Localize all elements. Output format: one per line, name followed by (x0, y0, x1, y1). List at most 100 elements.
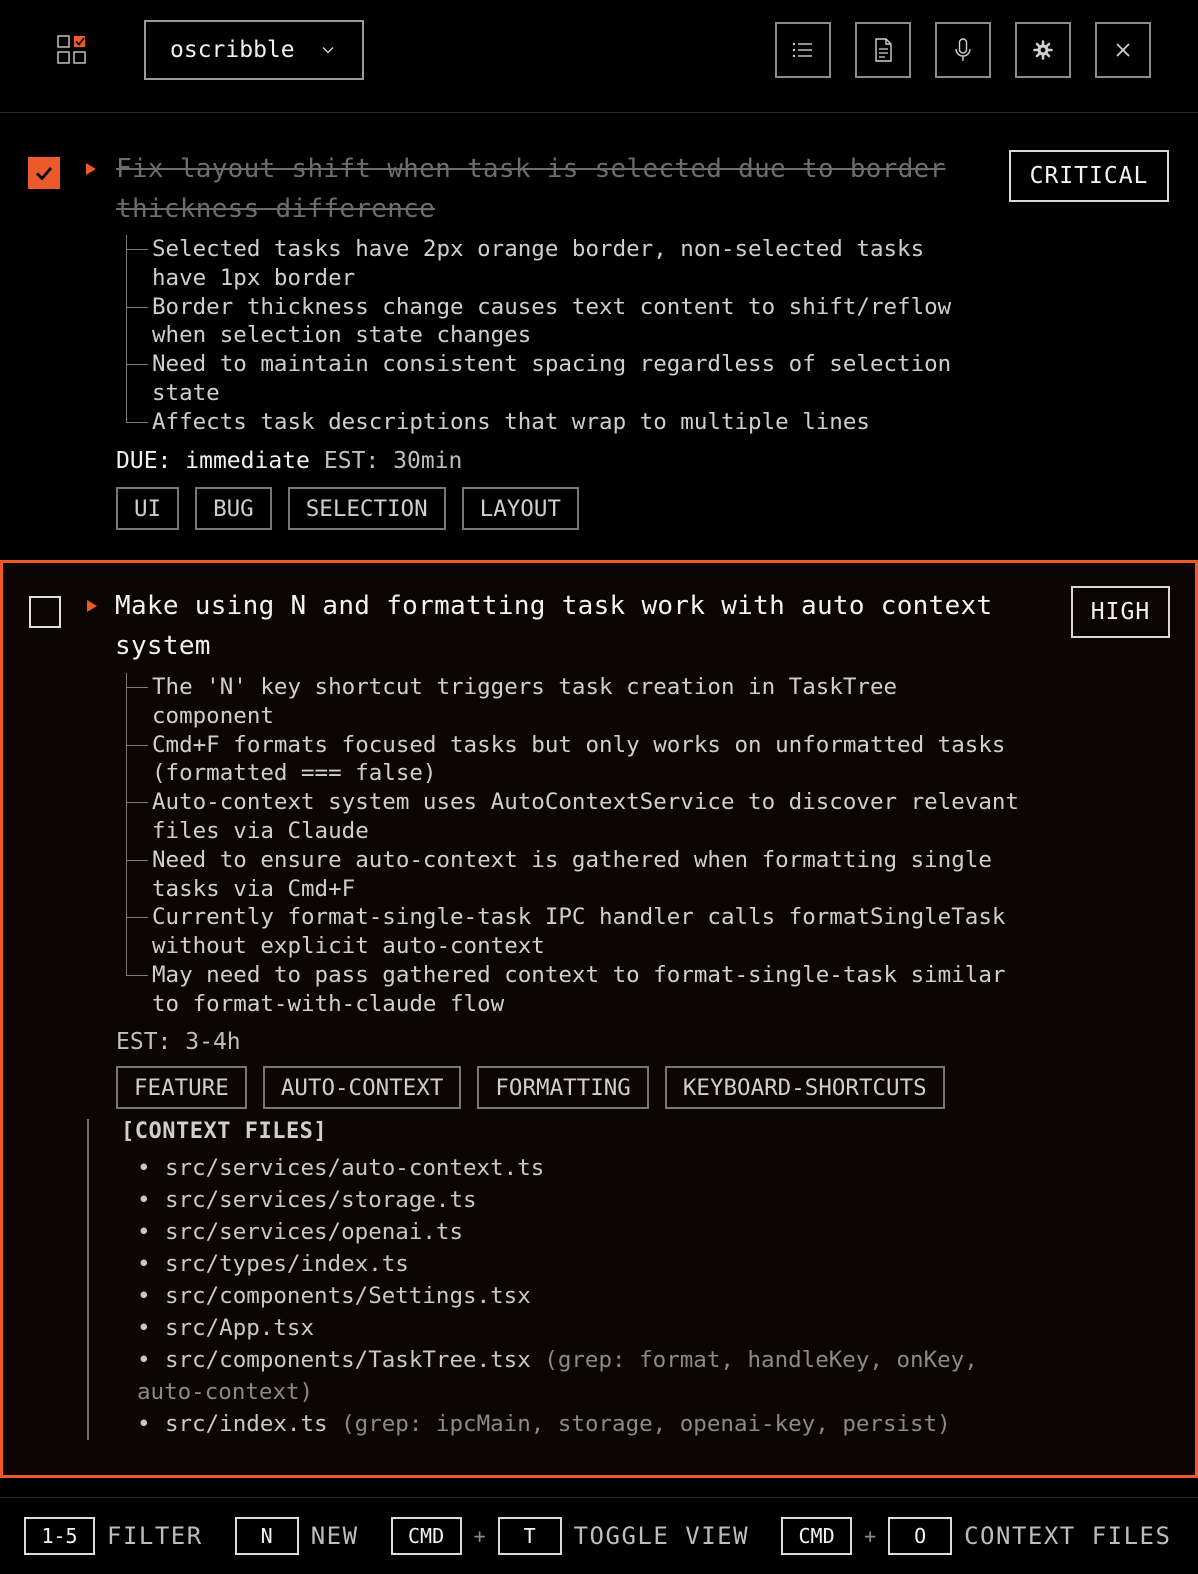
context-file-path: src/index.ts (165, 1411, 328, 1437)
context-file-grep: (grep: ipcMain, storage, openai-key, per… (341, 1411, 951, 1437)
note-line: Need to ensure auto-context is gathered … (152, 846, 992, 873)
tag[interactable]: FEATURE (116, 1066, 247, 1109)
tag[interactable]: LAYOUT (461, 487, 579, 530)
context-file-item[interactable]: • src/services/auto-context.ts (137, 1152, 1087, 1184)
context-file-item[interactable]: • src/services/storage.ts (137, 1184, 1087, 1216)
task-notes: The 'N' key shortcut triggers task creat… (116, 673, 1076, 1019)
tag[interactable]: KEYBOARD-SHORTCUTS (664, 1066, 945, 1109)
shortcut-bar: 1-5 FILTER N NEW CMD + T TOGGLE VIEW CMD… (0, 1497, 1198, 1574)
note-line: Need to maintain consistent spacing rega… (152, 351, 952, 378)
settings-button[interactable] (1015, 22, 1071, 78)
note-line: Currently format-single-task IPC handler… (152, 904, 1006, 931)
est-label: EST: (116, 1029, 172, 1055)
task-note: Border thickness change causes text cont… (116, 292, 996, 351)
est-value: 30min (393, 448, 463, 474)
context-file-path: src/components/TaskTree.tsx (165, 1347, 531, 1373)
note-line: state (152, 379, 220, 406)
note-line: Border thickness change causes text cont… (152, 293, 952, 320)
note-line: (formatted === false) (152, 760, 437, 787)
project-select[interactable]: oscribble (144, 20, 364, 80)
task-item-selected[interactable]: Make using N and formatting task work wi… (0, 560, 1198, 1478)
context-file-path: src/services/storage.ts (165, 1187, 477, 1213)
context-file-item[interactable]: • src/index.ts (grep: ipcMain, storage, o… (137, 1408, 1087, 1440)
task-tags: FEATURE AUTO-CONTEXT FORMATTING KEYBOARD… (116, 1066, 945, 1109)
list-view-button[interactable] (775, 22, 831, 78)
context-file-path: src/services/openai.ts (165, 1219, 464, 1245)
note-line: to format-with-claude flow (152, 990, 505, 1017)
close-icon (1116, 43, 1130, 57)
task-title-line: system (115, 631, 211, 661)
context-file-path: src/components/Settings.tsx (165, 1283, 531, 1309)
note-line: Auto-context system uses AutoContextServ… (152, 789, 1019, 816)
context-files-list: • src/services/auto-context.ts • src/servi… (121, 1152, 1087, 1440)
context-file-item[interactable]: • src/types/index.ts (137, 1248, 1087, 1280)
task-note: Currently format-single-task IPC handler… (116, 903, 1076, 961)
task-note: Affects task descriptions that wrap to m… (116, 407, 996, 437)
document-button[interactable] (855, 22, 911, 78)
task-note: Need to ensure auto-context is gathered … (116, 845, 1076, 904)
chevron-down-icon (322, 47, 334, 54)
task-item[interactable]: Fix layout shift when task is selected d… (0, 113, 1198, 558)
context-file-grep: auto-context) (137, 1379, 314, 1405)
task-note: May need to pass gathered context to for… (116, 960, 1076, 1019)
shortcut-label: TOGGLE VIEW (573, 1522, 750, 1550)
tag[interactable]: BUG (195, 487, 272, 530)
note-line: when selection state changes (152, 322, 532, 349)
context-file-item[interactable]: • src/components/TaskTree.tsx (grep: form… (137, 1344, 1087, 1376)
project-select-value: oscribble (170, 37, 295, 63)
task-meta: DUE: immediate EST: 30min (116, 448, 462, 474)
note-line: Cmd+F formats focused tasks but only wor… (152, 731, 1006, 758)
expand-caret-icon[interactable] (87, 600, 97, 612)
app-logo-icon[interactable] (57, 35, 87, 65)
task-title-line: thickness difference (116, 194, 436, 224)
task-checkbox[interactable] (28, 157, 60, 189)
shortcut-key: CMD (781, 1517, 853, 1555)
voice-input-button[interactable] (935, 22, 991, 78)
priority-badge[interactable]: CRITICAL (1009, 150, 1169, 202)
note-line: Affects task descriptions that wrap to m… (152, 408, 870, 435)
note-line: May need to pass gathered context to for… (152, 961, 1006, 988)
shortcut-label: FILTER (107, 1522, 203, 1550)
tag[interactable]: FORMATTING (477, 1066, 649, 1109)
shortcut-key: O (888, 1517, 953, 1555)
tag[interactable]: UI (116, 487, 180, 530)
tag[interactable]: SELECTION (287, 487, 446, 530)
tag[interactable]: AUTO-CONTEXT (262, 1066, 462, 1109)
priority-badge[interactable]: HIGH (1071, 586, 1170, 638)
task-note: Cmd+F formats focused tasks but only wor… (116, 730, 1076, 789)
mic-icon (955, 38, 971, 61)
due-label: DUE: (116, 448, 172, 474)
checkmark-icon (36, 167, 53, 181)
note-line: component (152, 702, 274, 729)
shortcut-key: 1-5 (24, 1517, 95, 1555)
context-file-item[interactable]: • src/components/Settings.tsx (137, 1280, 1087, 1312)
list-icon (792, 42, 812, 58)
est-label: EST: (323, 448, 380, 474)
shortcut-label: CONTEXT FILES (964, 1522, 1172, 1550)
shortcut-key: N (234, 1517, 299, 1555)
shortcut-plus: + (473, 1524, 486, 1548)
task-title[interactable]: Fix layout shift when task is selected d… (116, 149, 996, 229)
app-header: oscribble (0, 0, 1198, 113)
est-value: 3-4h (185, 1029, 241, 1055)
note-line: have 1px border (152, 264, 356, 291)
context-file-item[interactable]: • src/App.tsx (137, 1312, 1087, 1344)
expand-caret-icon[interactable] (86, 163, 96, 175)
task-title[interactable]: Make using N and formatting task work wi… (115, 586, 1055, 666)
note-line: The 'N' key shortcut triggers task creat… (152, 674, 898, 700)
shortcut-key: T (497, 1517, 562, 1555)
context-file-item[interactable]: • src/services/openai.ts (137, 1216, 1087, 1248)
context-file-grep: (grep: format, handleKey, onKey, (544, 1347, 978, 1373)
task-note: Selected tasks have 2px orange border, n… (116, 235, 996, 293)
due-value: immediate (185, 448, 310, 474)
task-checkbox[interactable] (29, 596, 61, 628)
task-tags: UI BUG SELECTION LAYOUT (116, 487, 579, 530)
context-file-path: src/services/auto-context.ts (165, 1155, 545, 1181)
context-files-title: [CONTEXT FILES] (121, 1119, 328, 1144)
close-button[interactable] (1095, 22, 1151, 78)
context-file-path: src/App.tsx (165, 1315, 315, 1341)
task-note: Auto-context system uses AutoContextServ… (116, 788, 1076, 846)
shortcut-plus: + (864, 1524, 877, 1548)
task-notes: Selected tasks have 2px orange border, n… (116, 235, 996, 437)
note-line: files via Claude (152, 817, 369, 844)
